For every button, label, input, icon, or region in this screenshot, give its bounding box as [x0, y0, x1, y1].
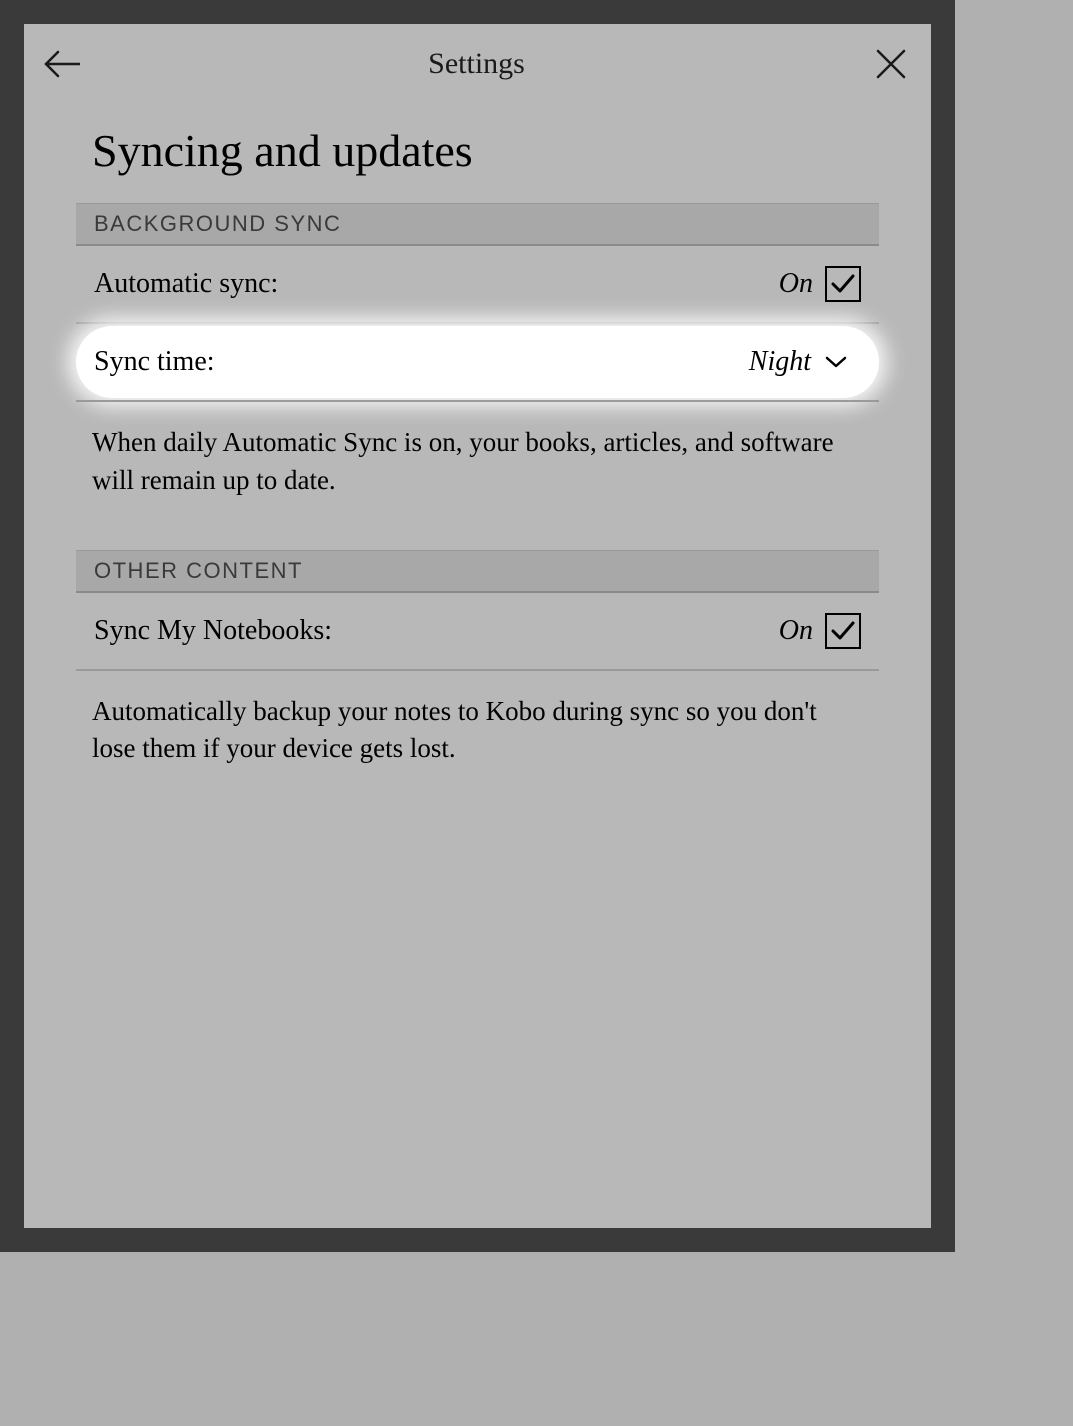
chevron-down-icon	[825, 355, 847, 369]
back-button[interactable]	[42, 44, 82, 84]
sync-notebooks-checkbox[interactable]	[825, 613, 861, 649]
header-bar: Settings	[24, 24, 931, 104]
checkmark-icon	[830, 618, 856, 644]
sync-time-label: Sync time:	[94, 346, 215, 378]
sync-time-value-group: Night	[749, 346, 849, 378]
back-arrow-icon	[44, 50, 80, 78]
automatic-sync-value: On	[779, 268, 813, 300]
sync-notebooks-value: On	[779, 615, 813, 647]
sync-notebooks-row: Sync My Notebooks: On	[76, 593, 879, 671]
close-icon	[875, 48, 907, 80]
screen: Settings Syncing and updates BACKGROUND …	[24, 24, 931, 1228]
automatic-sync-row: Automatic sync: On	[76, 246, 879, 324]
section-header-other-content: OTHER CONTENT	[76, 550, 879, 593]
automatic-sync-value-group: On	[779, 266, 861, 302]
device-frame: Settings Syncing and updates BACKGROUND …	[0, 0, 955, 1252]
sync-notebooks-label: Sync My Notebooks:	[94, 615, 332, 647]
sync-time-value: Night	[749, 346, 811, 378]
page-title: Syncing and updates	[24, 104, 931, 203]
sync-time-dropdown[interactable]	[823, 349, 849, 375]
checkmark-icon	[830, 271, 856, 297]
close-button[interactable]	[871, 44, 911, 84]
automatic-sync-label: Automatic sync:	[94, 268, 278, 300]
background-sync-description: When daily Automatic Sync is on, your bo…	[24, 402, 931, 550]
other-content-description: Automatically backup your notes to Kobo …	[24, 671, 931, 819]
sync-time-row[interactable]: Sync time: Night	[76, 326, 879, 398]
header-title: Settings	[82, 47, 871, 81]
sync-notebooks-value-group: On	[779, 613, 861, 649]
automatic-sync-checkbox[interactable]	[825, 266, 861, 302]
section-header-background-sync: BACKGROUND SYNC	[76, 203, 879, 246]
